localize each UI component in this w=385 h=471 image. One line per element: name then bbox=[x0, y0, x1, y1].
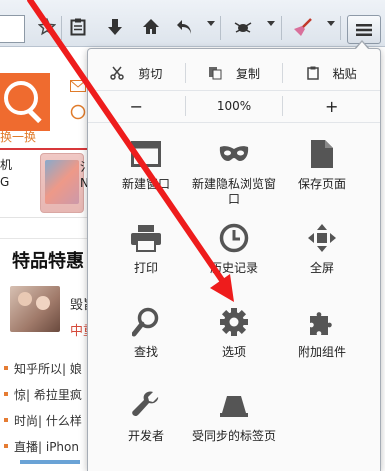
new-window-button[interactable]: 新建窗口 bbox=[102, 129, 190, 209]
developer-button[interactable]: 开发者 bbox=[102, 381, 190, 461]
fullscreen-button[interactable]: 全屏 bbox=[278, 213, 366, 293]
history-label: 历史记录 bbox=[209, 261, 258, 275]
circle-icon[interactable] bbox=[70, 104, 86, 120]
red-divider bbox=[0, 148, 100, 150]
product-text-1: 机 bbox=[0, 158, 13, 172]
face-shape bbox=[36, 296, 50, 310]
broom-icon[interactable] bbox=[292, 16, 314, 38]
toolbar-separator bbox=[61, 16, 62, 40]
window-icon bbox=[129, 137, 163, 171]
options-label: 选项 bbox=[221, 345, 246, 359]
scissors-icon bbox=[110, 66, 125, 80]
wrench-icon bbox=[129, 389, 163, 423]
star-icon[interactable] bbox=[36, 16, 58, 38]
printer-icon bbox=[129, 221, 163, 255]
cut-button[interactable]: 剪切 bbox=[88, 59, 185, 87]
row-divider bbox=[88, 122, 380, 123]
synced-tabs-icon bbox=[217, 389, 251, 423]
new-window-label: 新建窗口 bbox=[121, 177, 170, 191]
home-icon[interactable] bbox=[140, 16, 162, 38]
refresh-link[interactable]: 换一换 bbox=[0, 128, 36, 145]
back-dropdown-arrow[interactable] bbox=[207, 21, 215, 26]
zoom-reset-button[interactable]: 100% bbox=[186, 92, 283, 120]
phone-image[interactable] bbox=[40, 153, 84, 213]
browser-toolbar bbox=[0, 0, 385, 47]
gear-icon bbox=[217, 305, 251, 339]
save-page-button[interactable]: 保存页面 bbox=[278, 129, 366, 209]
clock-icon bbox=[217, 221, 251, 255]
options-button[interactable]: 选项 bbox=[190, 297, 278, 377]
search-promo-box[interactable] bbox=[0, 73, 50, 131]
cut-label: 剪切 bbox=[138, 66, 163, 81]
menu-icon bbox=[356, 23, 372, 36]
copy-icon bbox=[209, 67, 222, 80]
broom-dropdown-arrow[interactable] bbox=[327, 21, 335, 26]
find-button[interactable]: 查找 bbox=[102, 297, 190, 377]
mask-icon bbox=[217, 137, 251, 171]
news-item-partial[interactable] bbox=[20, 460, 80, 464]
product-text-2: G bbox=[0, 175, 10, 189]
toolbar-separator bbox=[340, 16, 341, 40]
fullscreen-label: 全屏 bbox=[309, 261, 334, 275]
paste-button[interactable]: 粘贴 bbox=[283, 59, 380, 87]
print-label: 打印 bbox=[133, 261, 158, 275]
synced-tabs-label: 受同步的标签页 bbox=[191, 429, 276, 443]
clipboard-icon[interactable] bbox=[67, 16, 89, 38]
save-page-label: 保存页面 bbox=[297, 177, 346, 191]
url-bar[interactable] bbox=[0, 15, 25, 43]
copy-button[interactable]: 复制 bbox=[186, 59, 283, 87]
phone-screen bbox=[45, 160, 79, 204]
synced-tabs-button[interactable]: 受同步的标签页 bbox=[190, 381, 278, 461]
edit-row: 剪切 复制 粘贴 bbox=[88, 59, 380, 87]
back-icon[interactable] bbox=[174, 16, 196, 38]
print-button[interactable]: 打印 bbox=[102, 213, 190, 293]
addons-button[interactable]: 附加组件 bbox=[278, 297, 366, 377]
news-item[interactable]: 知乎所以| 娘 bbox=[4, 360, 82, 377]
find-label: 查找 bbox=[133, 345, 158, 359]
download-icon[interactable] bbox=[104, 16, 126, 38]
toolbar-separator bbox=[281, 16, 282, 40]
paste-label: 粘贴 bbox=[332, 66, 357, 81]
panel-pointer-fill bbox=[355, 42, 369, 50]
section-title: 特品特惠 bbox=[12, 251, 84, 272]
developer-label: 开发者 bbox=[127, 429, 164, 443]
zoom-out-button[interactable]: − bbox=[88, 92, 185, 120]
toolbar-separator bbox=[220, 16, 221, 40]
menu-panel: 剪切 复制 粘贴 − 100% + 新建窗口 新建隐私浏览窗口 保存页面 打印 … bbox=[87, 48, 381, 471]
row-divider bbox=[88, 90, 380, 91]
history-button[interactable]: 历史记录 bbox=[190, 213, 278, 293]
face-shape bbox=[18, 292, 32, 306]
search-icon bbox=[129, 305, 163, 339]
bug-icon[interactable] bbox=[232, 16, 254, 38]
page-icon bbox=[305, 137, 339, 171]
section-divider bbox=[0, 238, 100, 239]
paste-icon bbox=[306, 66, 319, 80]
new-private-window-button[interactable]: 新建隐私浏览窗口 bbox=[190, 129, 278, 209]
bug-dropdown-arrow[interactable] bbox=[267, 21, 275, 26]
item-thumbnail[interactable] bbox=[10, 286, 60, 332]
magnifier-handle bbox=[28, 109, 42, 124]
fullscreen-icon bbox=[305, 221, 339, 255]
puzzle-icon bbox=[305, 305, 339, 339]
new-private-window-label: 新建隐私浏览窗口 bbox=[191, 177, 276, 206]
news-item[interactable]: 时尚| 什么样 bbox=[4, 412, 82, 429]
news-item[interactable]: 惊| 希拉里疯 bbox=[4, 386, 82, 403]
zoom-row: − 100% + bbox=[88, 92, 380, 120]
mail-icon[interactable] bbox=[70, 80, 86, 92]
addons-label: 附加组件 bbox=[297, 345, 346, 359]
news-item[interactable]: 直播| iPhon bbox=[4, 438, 79, 455]
zoom-in-button[interactable]: + bbox=[283, 92, 380, 120]
copy-label: 复制 bbox=[236, 66, 261, 81]
